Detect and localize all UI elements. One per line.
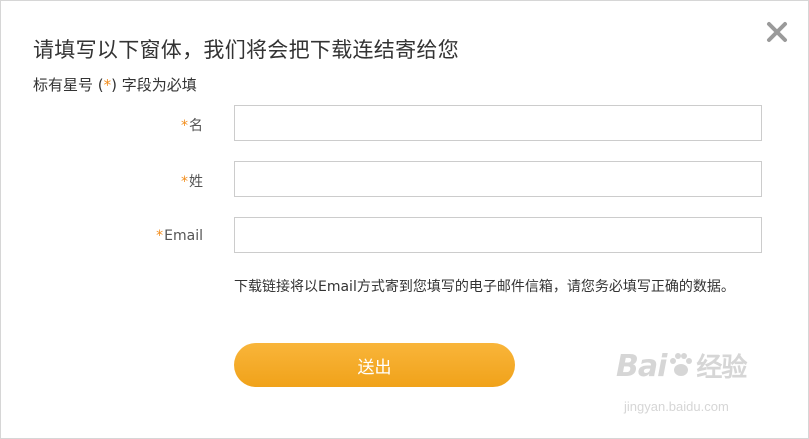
first-name-input[interactable] <box>234 105 762 141</box>
email-label: *Email <box>156 228 203 244</box>
email-label-text: Email <box>164 228 203 244</box>
watermark-brand-text: Bai <box>616 349 667 384</box>
required-note-prefix: 标有星号 ( <box>33 76 104 94</box>
close-icon <box>767 22 787 42</box>
email-input[interactable] <box>234 217 762 253</box>
baidu-jingyan-watermark: Bai 经验 jingyan.baidu.com <box>616 347 776 427</box>
watermark-url: jingyan.baidu.com <box>624 399 729 414</box>
download-form-dialog: 请填写以下窗体，我们将会把下载连结寄给您 标有星号 (*) 字段为必填 *名 *… <box>0 0 809 439</box>
download-hint-text: 下载链接将以Email方式寄到您填写的电子邮件信箱，请您务必填写正确的数据。 <box>234 279 735 295</box>
required-note: 标有星号 (*) 字段为必填 <box>33 74 197 95</box>
submit-button[interactable]: 送出 <box>234 343 515 387</box>
required-note-suffix: ) 字段为必填 <box>111 76 197 94</box>
first-name-label: *名 <box>181 115 203 135</box>
last-name-label-text: 姓 <box>189 174 203 190</box>
dialog-title: 请填写以下窗体，我们将会把下载连结寄给您 <box>33 38 459 62</box>
required-star: * <box>103 76 112 94</box>
close-button[interactable] <box>765 20 789 44</box>
email-required-star: * <box>156 228 164 244</box>
first-name-required-star: * <box>181 118 188 134</box>
last-name-input[interactable] <box>234 161 762 197</box>
paw-icon <box>670 353 693 376</box>
last-name-label: *姓 <box>181 171 203 191</box>
watermark-brand: Bai 经验 <box>616 347 747 384</box>
last-name-required-star: * <box>181 174 188 190</box>
watermark-brand-suffix: 经验 <box>696 353 747 383</box>
first-name-label-text: 名 <box>189 118 203 134</box>
